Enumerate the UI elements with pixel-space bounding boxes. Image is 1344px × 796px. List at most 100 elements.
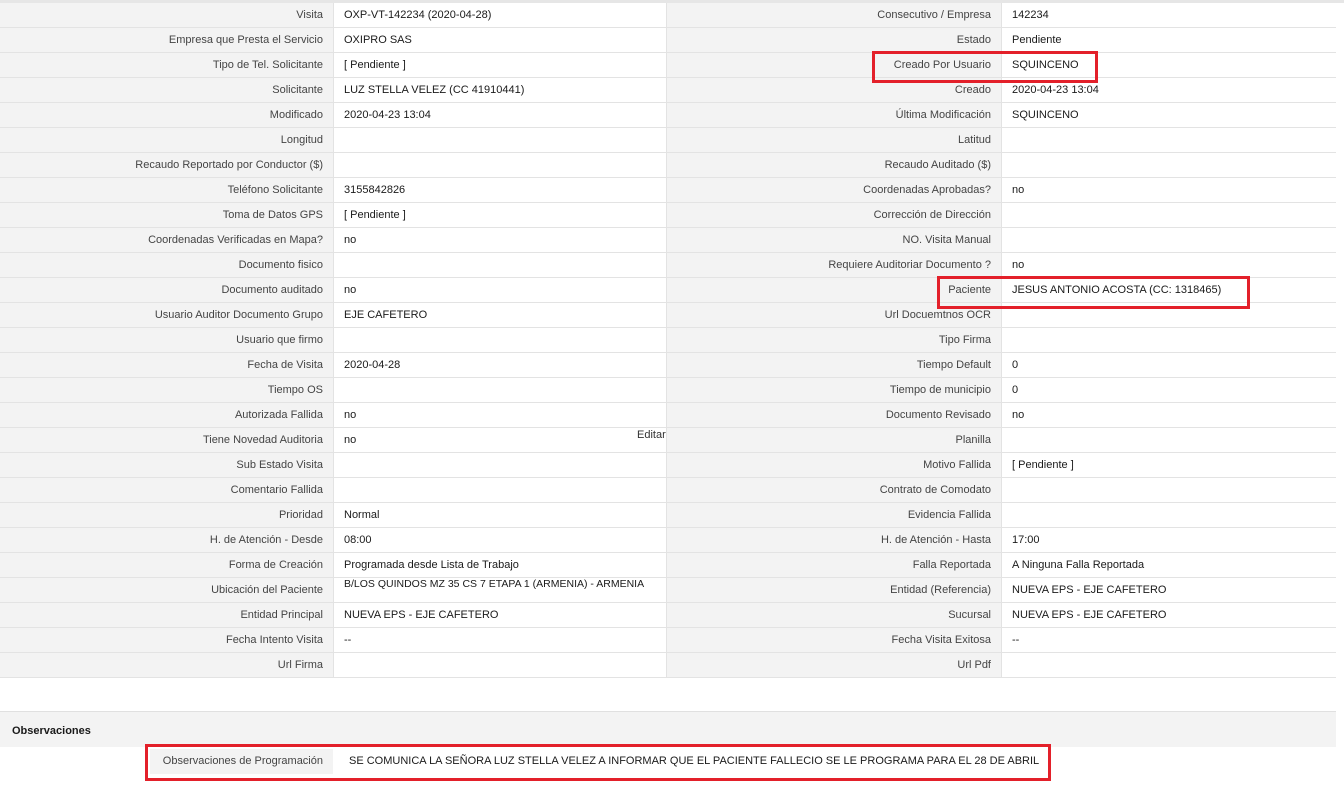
table-row: Documento auditado no Paciente JESUS ANTON…	[0, 278, 1336, 303]
field-label-estado: Estado	[667, 28, 1001, 52]
field-label-paciente: Paciente	[667, 278, 1001, 302]
field-label-creado-por-usuario: Creado Por Usuario	[667, 53, 1001, 77]
field-label-correccion-de-direccion: Corrección de Dirección	[667, 203, 1001, 227]
field-value-paciente: JESUS ANTONIO ACOSTA (CC: 1318465)	[1001, 278, 1336, 302]
field-label-tiempo-os: Tiempo OS	[0, 378, 333, 402]
field-value-h-de-atencion-hasta: 17:00	[1001, 528, 1336, 552]
field-value-planilla	[1001, 428, 1336, 452]
table-row: Recaudo Reportado por Conductor ($) Recau…	[0, 153, 1336, 178]
field-label-autorizada-fallida: Autorizada Fallida	[0, 403, 333, 427]
field-label-entidad-principal: Entidad Principal	[0, 603, 333, 627]
field-label-url-firma: Url Firma	[0, 653, 333, 677]
field-label-empresa-que-presta-el-servicio: Empresa que Presta el Servicio	[0, 28, 333, 52]
table-row: Toma de Datos GPS[ Pendiente ] Corrección…	[0, 203, 1336, 228]
table-row: Fecha Intento Visita -- Fecha Visita Exit…	[0, 628, 1336, 653]
field-value-ultima-modificacion: SQUINCENO	[1001, 103, 1336, 127]
field-label-contrato-de-comodato: Contrato de Comodato	[667, 478, 1001, 502]
field-value-empresa-que-presta-el-servicio: OXIPRO SAS	[333, 28, 667, 52]
field-value-requiere-auditoriar-documento: no	[1001, 253, 1336, 277]
field-value-tipo-firma	[1001, 328, 1336, 352]
field-label-forma-de-creacion: Forma de Creación	[0, 553, 333, 577]
field-value-entidad-principal: NUEVA EPS - EJE CAFETERO	[333, 603, 667, 627]
table-row: Autorizada Fallida no Documento Revisado …	[0, 403, 1336, 428]
field-label-longitud: Longitud	[0, 128, 333, 152]
table-row: Coordenadas Verificadas en Mapa? no NO. V…	[0, 228, 1336, 253]
field-label-usuario-auditor-documento-grupo: Usuario Auditor Documento Grupo	[0, 303, 333, 327]
field-label-documento-revisado: Documento Revisado	[667, 403, 1001, 427]
field-value-longitud	[333, 128, 667, 152]
field-value-tiempo-default: 0	[1001, 353, 1336, 377]
field-label-tipo-de-tel-solicitante: Tipo de Tel. Solicitante	[0, 53, 333, 77]
field-label-no-visita-manual: NO. Visita Manual	[667, 228, 1001, 252]
field-value-telefono-solicitante: 3155842826	[333, 178, 667, 202]
table-row: Forma de Creación Programada desde Lista …	[0, 553, 1336, 578]
field-value-url-pdf	[1001, 653, 1336, 677]
field-value-forma-de-creacion: Programada desde Lista de Trabajo	[333, 553, 667, 577]
table-row: Url Firma Url Pdf	[0, 653, 1336, 678]
field-value-no-visita-manual	[1001, 228, 1336, 252]
table-row: Empresa que Presta el Servicio OXIPRO SAS…	[0, 28, 1336, 53]
field-label-fecha-visita-exitosa: Fecha Visita Exitosa	[667, 628, 1001, 652]
table-row: Tiempo OS Tiempo de municipio 0	[0, 378, 1336, 403]
field-value-sucursal: NUEVA EPS - EJE CAFETERO	[1001, 603, 1336, 627]
field-label-falla-reportada: Falla Reportada	[667, 553, 1001, 577]
field-label-fecha-de-visita: Fecha de Visita	[0, 353, 333, 377]
field-value-fecha-de-visita: 2020-04-28	[333, 353, 667, 377]
field-label-entidad-referencia: Entidad (Referencia)	[667, 578, 1001, 602]
field-value-evidencia-fallida	[1001, 503, 1336, 527]
observaciones-value: SE COMUNICA LA SEÑORA LUZ STELLA VELEZ A…	[349, 755, 1040, 767]
field-label-documento-fisico: Documento fisico	[0, 253, 333, 277]
field-label-tipo-firma: Tipo Firma	[667, 328, 1001, 352]
field-value-tiempo-de-municipio: 0	[1001, 378, 1336, 402]
field-value-usuario-auditor-documento-grupo: EJE CAFETERO	[333, 303, 667, 327]
edit-link[interactable]: Editar	[637, 429, 666, 441]
field-value-h-de-atencion-desde: 08:00	[333, 528, 667, 552]
field-value-ubicacion-del-paciente: B/LOS QUINDOS MZ 35 CS 7 ETAPA 1 (ARMENI…	[333, 578, 667, 602]
table-row: Solicitante LUZ STELLA VELEZ (CC 41910441…	[0, 78, 1336, 103]
field-label-url-docuemtnos-ocr: Url Docuemtnos OCR	[667, 303, 1001, 327]
field-value-entidad-referencia: NUEVA EPS - EJE CAFETERO	[1001, 578, 1336, 602]
field-value-documento-fisico	[333, 253, 667, 277]
observaciones-section-title: Observaciones	[0, 711, 1336, 747]
field-value-correccion-de-direccion	[1001, 203, 1336, 227]
field-value-modificado: 2020-04-23 13:04	[333, 103, 667, 127]
field-label-usuario-que-firmo: Usuario que firmo	[0, 328, 333, 352]
field-label-documento-auditado: Documento auditado	[0, 278, 333, 302]
field-value-url-firma	[333, 653, 667, 677]
field-value-autorizada-fallida: no	[333, 403, 667, 427]
field-value-fecha-intento-visita: --	[333, 628, 667, 652]
table-row: Usuario Auditor Documento Grupo EJE CAFET…	[0, 303, 1336, 328]
observaciones-row: Observaciones de Programación SE COMUNIC…	[150, 749, 1048, 774]
table-row: Documento fisico Requiere Auditoriar Docu…	[0, 253, 1336, 278]
field-label-toma-de-datos-gps: Toma de Datos GPS	[0, 203, 333, 227]
field-value-contrato-de-comodato	[1001, 478, 1336, 502]
field-value-coordenadas-verificadas-en-mapa: no	[333, 228, 667, 252]
field-value-visita: OXP-VT-142234 (2020-04-28)	[333, 3, 667, 27]
field-label-recaudo-reportado-por-conductor: Recaudo Reportado por Conductor ($)	[0, 153, 333, 177]
field-value-consecutivo-empresa: 142234	[1001, 3, 1336, 27]
table-row: Tiene Novedad Auditoria no Planilla	[0, 428, 1336, 453]
field-label-planilla: Planilla	[667, 428, 1001, 452]
field-label-visita: Visita	[0, 3, 333, 27]
table-row: Usuario que firmo Tipo Firma	[0, 328, 1336, 353]
field-value-url-docuemtnos-ocr	[1001, 303, 1336, 327]
field-value-prioridad: Normal	[333, 503, 667, 527]
field-value-documento-revisado: no	[1001, 403, 1336, 427]
field-value-estado: Pendiente	[1001, 28, 1336, 52]
field-value-documento-auditado: no	[333, 278, 667, 302]
table-row: H. de Atención - Desde 08:00 H. de Atenció…	[0, 528, 1336, 553]
field-label-coordenadas-aprobadas: Coordenadas Aprobadas?	[667, 178, 1001, 202]
field-value-recaudo-reportado-por-conductor	[333, 153, 667, 177]
field-label-solicitante: Solicitante	[0, 78, 333, 102]
table-row: Ubicación del Paciente B/LOS QUINDOS MZ 3…	[0, 578, 1336, 603]
field-label-h-de-atencion-desde: H. de Atención - Desde	[0, 528, 333, 552]
field-value-latitud	[1001, 128, 1336, 152]
field-label-consecutivo-empresa: Consecutivo / Empresa	[667, 3, 1001, 27]
field-label-recaudo-auditado: Recaudo Auditado ($)	[667, 153, 1001, 177]
field-label-latitud: Latitud	[667, 128, 1001, 152]
field-label-h-de-atencion-hasta: H. de Atención - Hasta	[667, 528, 1001, 552]
visit-details-table: Visita OXP-VT-142234 (2020-04-28) Consecut…	[0, 3, 1336, 678]
field-value-fecha-visita-exitosa: --	[1001, 628, 1336, 652]
field-value-comentario-fallida	[333, 478, 667, 502]
table-row: Longitud Latitud	[0, 128, 1336, 153]
